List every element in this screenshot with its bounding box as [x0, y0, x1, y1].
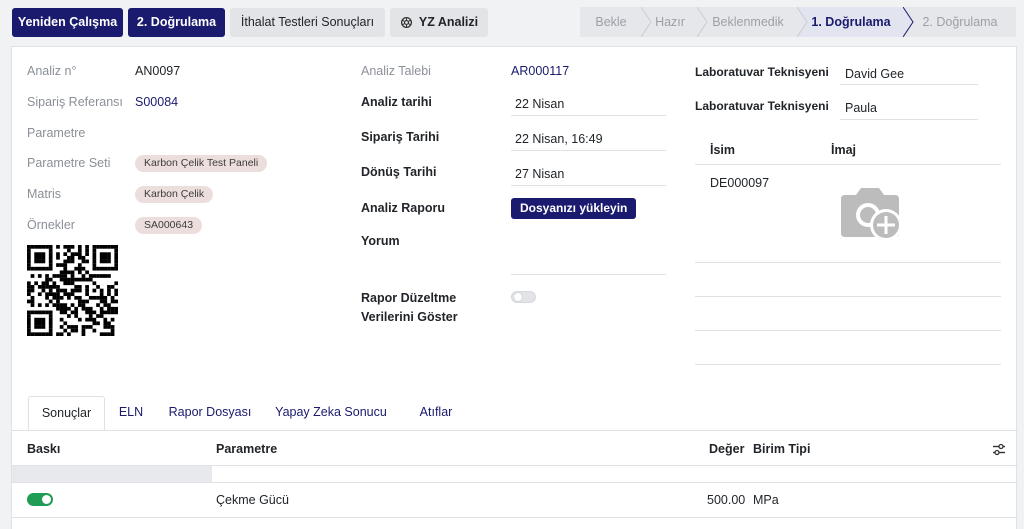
analysis-request-link[interactable]: AR000117	[511, 64, 569, 78]
report-fix-label-line1: Rapor Düzeltme	[361, 291, 457, 305]
stage-arrow-icon	[903, 7, 914, 37]
toggle-knob	[42, 495, 51, 504]
device-id[interactable]: DE000097	[710, 176, 769, 190]
group-row[interactable]	[12, 466, 212, 482]
return-date-field[interactable]: 27 Nisan	[515, 167, 564, 181]
field-underline	[511, 185, 666, 186]
col-parameter[interactable]: Parametre	[216, 442, 277, 456]
tab-eln[interactable]: ELN	[112, 396, 150, 431]
result-unit[interactable]: MPa	[753, 493, 779, 507]
analysis-no-value: AN0097	[135, 64, 181, 78]
order-ref-link[interactable]: S00084	[135, 95, 178, 109]
column-settings-icon[interactable]	[992, 443, 1006, 456]
stage-label: 1. Doğrulama	[811, 15, 891, 29]
result-parameter: Çekme Gücü	[216, 493, 289, 507]
analysis-date-field[interactable]: 22 Nisan	[515, 97, 564, 111]
tab-report-file[interactable]: Rapor Dosyası	[166, 396, 254, 431]
stage-bekle[interactable]: Bekle	[580, 7, 652, 37]
parameter-label: Parametre	[27, 126, 86, 140]
stage-label: Hazır	[655, 15, 685, 29]
stage-arrow-icon	[641, 7, 652, 37]
status-bar: Bekle Hazır Beklenmedik 1. Doğrulama 2. …	[580, 7, 1016, 37]
reanalyze-button[interactable]: Yeniden Çalışma	[12, 8, 123, 37]
field-underline	[840, 119, 978, 120]
tab-results[interactable]: Sonuçlar	[28, 396, 105, 431]
second-validation-button[interactable]: 2. Doğrulama	[128, 8, 225, 37]
device-row-line	[695, 330, 1001, 331]
tab-ai-result[interactable]: Yapay Zeka Sonucu	[271, 396, 391, 431]
field-underline	[840, 84, 978, 85]
parameter-set-label: Parametre Seti	[27, 156, 111, 170]
col-unit-type[interactable]: Birim Tipi	[753, 442, 810, 456]
toggle-knob	[514, 293, 522, 301]
openai-icon	[400, 16, 412, 29]
lab-tech-2-field[interactable]: Paula	[845, 101, 877, 115]
samples-label: Örnekler	[27, 218, 75, 232]
comment-label: Yorum	[361, 234, 400, 248]
lab-tech-label-1: Laboratuvar Teknisyeni	[695, 65, 829, 79]
device-name-header: İsim	[710, 143, 736, 157]
analysis-request-label: Analiz Talebi	[361, 64, 431, 78]
lab-tech-1-field[interactable]: David Gee	[845, 67, 904, 81]
analysis-form: Analiz n° AN0097 Sipariş Referansı S0008…	[11, 46, 1018, 529]
return-date-label: Dönüş Tarihi	[361, 165, 437, 179]
analysis-date-label: Analiz tarihi	[361, 95, 432, 109]
stage-second-validation[interactable]: 2. Doğrulama	[904, 7, 1016, 37]
device-image-header: İmaj	[831, 143, 857, 157]
order-date-label: Sipariş Tarihi	[361, 130, 440, 144]
device-row-line	[695, 262, 1001, 263]
order-date-field[interactable]: 22 Nisan, 16:49	[515, 132, 603, 146]
stage-label: 2. Doğrulama	[922, 15, 998, 29]
lab-tech-label-2: Laboratuvar Teknisyeni	[695, 99, 829, 113]
import-test-results-button[interactable]: İthalat Testleri Sonuçları	[230, 8, 385, 37]
tab-citations[interactable]: Atıflar	[408, 396, 464, 431]
stage-arrow-icon	[797, 7, 808, 37]
analysis-no-label: Analiz n°	[27, 64, 77, 78]
table-row-line	[12, 517, 1018, 518]
qr-code	[27, 245, 118, 336]
stage-first-validation[interactable]: 1. Doğrulama	[798, 7, 914, 37]
comment-underline	[511, 274, 666, 275]
ai-analysis-button[interactable]: YZ Analizi	[390, 8, 488, 37]
report-fix-toggle[interactable]	[511, 291, 536, 303]
tabs-divider	[12, 430, 1018, 431]
field-underline	[511, 150, 666, 151]
order-ref-label: Sipariş Referansı	[27, 95, 123, 109]
stage-label: Bekle	[595, 15, 627, 29]
matrix-tag[interactable]: Karbon Çelik	[135, 186, 214, 203]
analysis-report-label: Analiz Raporu	[361, 201, 446, 215]
sample-tag[interactable]: SA000643	[135, 217, 203, 234]
col-value[interactable]: Değer	[709, 442, 744, 456]
table-row[interactable]: Çekme Gücü 500.00 MPa	[12, 483, 1018, 518]
stage-arrow-icon	[697, 7, 708, 37]
field-underline	[511, 115, 666, 116]
device-table-header-line	[695, 164, 1001, 165]
device-row-line	[695, 296, 1001, 297]
result-value[interactable]: 500.00	[707, 493, 745, 507]
ai-analysis-label: YZ Analizi	[418, 15, 479, 29]
col-print[interactable]: Baskı	[27, 442, 60, 456]
print-toggle[interactable]	[27, 493, 53, 506]
upload-file-button[interactable]: Dosyanızı yükleyin	[511, 198, 637, 219]
stage-beklenmedik[interactable]: Beklenmedik	[698, 7, 808, 37]
stage-label: Beklenmedik	[712, 15, 784, 29]
control-panel: Yeniden Çalışma 2. Doğrulama İthalat Tes…	[0, 0, 1024, 46]
parameter-set-tag[interactable]: Karbon Çelik Test Paneli	[135, 155, 268, 172]
report-fix-label-line2: Verilerini Göster	[361, 310, 458, 324]
matrix-label: Matris	[27, 187, 62, 201]
camera-add-icon[interactable]	[838, 185, 904, 243]
device-row-line	[695, 364, 1001, 365]
